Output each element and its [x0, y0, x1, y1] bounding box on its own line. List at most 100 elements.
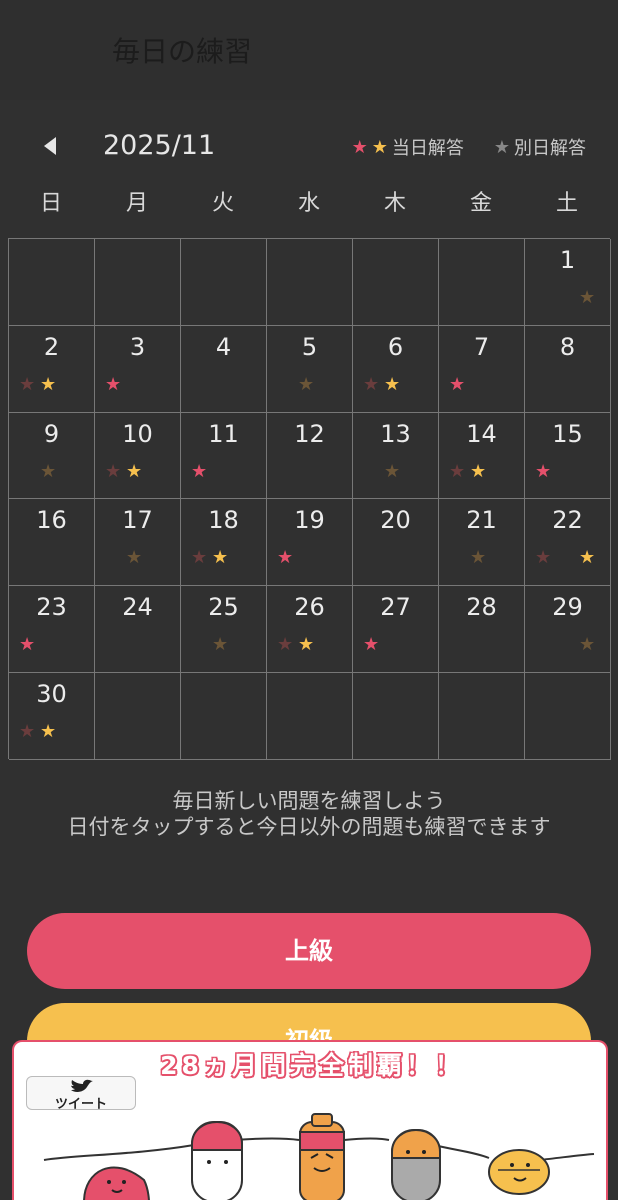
calendar-day-cell[interactable]: 13 ★ [353, 412, 439, 500]
calendar-day-cell[interactable]: 25 ★ [181, 586, 267, 673]
weekday-header: 日 月 火 水 木 金 土 [8, 185, 610, 217]
day-number: 6 [387, 332, 404, 361]
brown-star-icon: ★ [126, 547, 143, 569]
calendar-day-cell[interactable]: 7 ★ [439, 325, 525, 413]
calendar-day-cell[interactable]: 21 ★ [439, 499, 525, 587]
calendar-day-cell[interactable]: 10 ★ ★ [95, 412, 181, 500]
day-number: 1 [559, 246, 576, 274]
day-number: 23 [36, 593, 67, 622]
calendar-day-cell[interactable]: 24 [95, 586, 181, 673]
calendar-empty-cell [95, 239, 181, 326]
calendar-day-cell[interactable]: 9 ★ [9, 412, 95, 500]
day-number: 9 [43, 419, 60, 448]
day-number: 19 [294, 506, 325, 535]
legend-same-day-label: 当日解答 [391, 138, 464, 159]
day-number: 18 [208, 506, 239, 535]
brown-star-icon: ★ [212, 634, 229, 656]
weekday-fri: 金 [469, 191, 492, 216]
day-number: 24 [122, 593, 153, 622]
calendar-day-cell[interactable]: 26 ★ ★ [267, 586, 353, 673]
info-line-2: 日付をタップすると今日以外の問題も練習できます [67, 815, 551, 839]
calendar-day-cell[interactable]: 29 ★ [525, 586, 611, 673]
calendar-day-cell[interactable]: 19 ★ [267, 499, 353, 587]
gray-star-icon: ★ [493, 136, 510, 158]
calendar-empty-cell [353, 672, 439, 760]
calendar-empty-cell [267, 239, 353, 326]
dim-star-icon: ★ [19, 720, 36, 742]
dim-star-icon: ★ [191, 547, 208, 569]
day-number: 17 [122, 506, 153, 535]
page-title: 毎日の練習 [112, 35, 253, 68]
pink-star-icon: ★ [191, 460, 208, 482]
calendar-grid: 1 ★ 2 ★ ★ 3 ★ 4 5 ★ 6 ★ ★ 7 ★ 8 9 ★ 10 ★ ★ 11 ★ 12 13 ★ 14 ★ ★ 15 ★ 16 1… [8, 238, 611, 760]
calendar-day-cell[interactable]: 5 ★ [267, 325, 353, 413]
calendar-day-cell[interactable]: 2 ★ ★ [9, 325, 95, 413]
brown-star-icon: ★ [40, 460, 57, 482]
day-number: 11 [208, 419, 239, 448]
tweet-button[interactable]: ツイート [26, 1076, 136, 1112]
month-navigation: 2025/11 ★ ★ 当日解答 ★ 別日解答 [0, 128, 618, 164]
day-number: 16 [36, 506, 67, 535]
day-number: 4 [215, 332, 232, 361]
ad-banner[interactable]: 28ヵ月間完全制覇！！ ツイート [12, 1040, 608, 1200]
calendar-empty-cell [181, 239, 267, 326]
day-number: 5 [301, 332, 318, 361]
pink-star-icon: ★ [105, 373, 122, 395]
day-number: 30 [36, 679, 67, 708]
calendar-day-cell[interactable]: 27 ★ [353, 586, 439, 673]
calendar-day-cell[interactable]: 15 ★ [525, 412, 611, 500]
calendar-day-cell[interactable]: 28 [439, 586, 525, 673]
dim-star-icon: ★ [19, 373, 36, 395]
pink-star-icon: ★ [277, 547, 294, 569]
calendar-day-cell[interactable]: 12 [267, 412, 353, 500]
day-number: 21 [466, 506, 497, 535]
brown-star-icon: ★ [298, 373, 315, 395]
yellow-star-icon: ★ [126, 460, 143, 482]
calendar-empty-cell [525, 672, 611, 760]
legend: ★ ★ 当日解答 ★ 別日解答 [352, 134, 586, 160]
calendar-empty-cell [95, 672, 181, 760]
calendar-day-cell[interactable]: 3 ★ [95, 325, 181, 413]
day-number: 22 [552, 506, 583, 535]
advanced-button[interactable]: 上級 [27, 913, 591, 989]
info-line-1: 毎日新しい問題を練習しよう [172, 789, 446, 813]
weekday-thu: 木 [383, 191, 406, 216]
calendar-day-cell[interactable]: 11 ★ [181, 412, 267, 500]
calendar-day-cell[interactable]: 18 ★ ★ [181, 499, 267, 587]
yellow-star-icon: ★ [212, 547, 229, 569]
day-number: 14 [466, 419, 497, 448]
pink-star-icon: ★ [449, 373, 466, 395]
header [0, 0, 618, 100]
calendar-day-cell[interactable]: 14 ★ ★ [439, 412, 525, 500]
brown-star-icon: ★ [470, 547, 487, 569]
calendar-day-cell[interactable]: 16 [9, 499, 95, 587]
yellow-star-icon: ★ [40, 720, 57, 742]
dim-star-icon: ★ [535, 547, 552, 569]
pink-star-icon: ★ [351, 136, 368, 158]
calendar-day-cell[interactable]: 17 ★ [95, 499, 181, 587]
day-number: 29 [552, 593, 583, 622]
day-number: 12 [294, 419, 325, 448]
calendar-day-cell[interactable]: 22 ★ ★ [525, 499, 611, 587]
calendar-day-cell[interactable]: 4 [181, 325, 267, 413]
weekday-wed: 水 [297, 191, 320, 216]
day-number: 28 [466, 593, 497, 622]
yellow-star-icon: ★ [470, 460, 487, 482]
day-number: 25 [208, 593, 239, 622]
calendar-day-cell[interactable]: 8 [525, 325, 611, 413]
calendar-empty-cell [439, 672, 525, 760]
calendar-day-cell[interactable]: 6 ★ ★ [353, 325, 439, 413]
weekday-sat: 土 [555, 191, 578, 216]
mascot-illustration [43, 1113, 595, 1200]
prev-month-arrow-icon[interactable] [44, 137, 56, 155]
day-number: 8 [559, 332, 576, 361]
calendar-day-cell[interactable]: 30 ★ ★ [9, 672, 95, 760]
info-text: 毎日新しい問題を練習しよう 日付をタップすると今日以外の問題も練習できます [0, 788, 618, 840]
calendar-day-cell[interactable]: 1 ★ [525, 239, 611, 326]
calendar-day-cell[interactable]: 20 [353, 499, 439, 587]
pink-star-icon: ★ [535, 460, 552, 482]
calendar-day-cell[interactable]: 23 ★ [9, 586, 95, 673]
brown-star-icon: ★ [579, 634, 596, 656]
yellow-star-icon: ★ [384, 373, 401, 395]
pink-star-icon: ★ [363, 634, 380, 656]
